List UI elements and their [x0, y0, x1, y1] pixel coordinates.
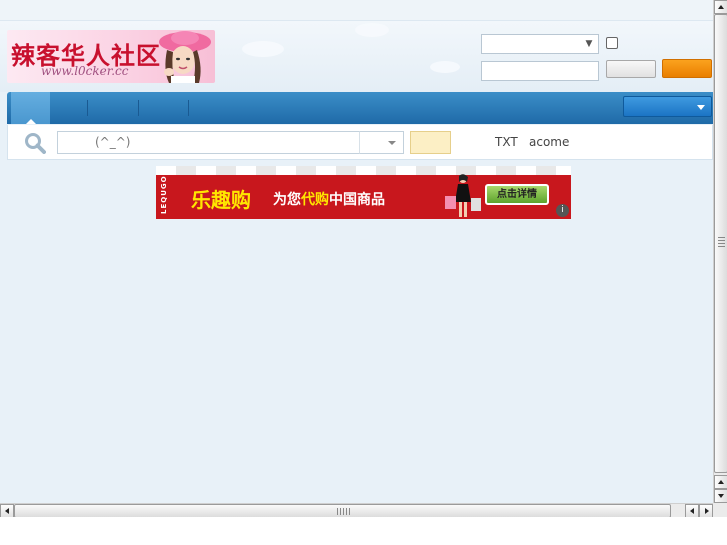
page-bottom: [0, 517, 727, 545]
caret-down-icon: [388, 141, 396, 145]
login-button[interactable]: [662, 59, 712, 78]
cloud-decoration: [242, 41, 284, 57]
arrow-up-icon[interactable]: [714, 475, 727, 489]
banner-brand: LEQUGO: [160, 175, 168, 214]
nav-dropdown[interactable]: [623, 96, 712, 117]
vertical-scrollbar[interactable]: [713, 0, 727, 503]
banner-subtitle-highlight: 代购: [301, 192, 329, 208]
arrow-left-icon[interactable]: [685, 504, 699, 518]
vertical-scroll-thumb[interactable]: [714, 14, 727, 473]
arrow-right-icon[interactable]: [699, 504, 713, 518]
top-strip: [0, 0, 713, 21]
register-button[interactable]: [606, 60, 656, 78]
arrow-down-icon[interactable]: [714, 489, 727, 503]
horizontal-scroll-thumb[interactable]: [14, 504, 671, 518]
nav-divider: [188, 100, 189, 116]
username-select[interactable]: ▼: [481, 34, 599, 54]
hot-word-link[interactable]: TXT: [495, 135, 518, 149]
banner-subtitle-suffix: 中国商品: [329, 192, 385, 208]
nav-item[interactable]: [89, 92, 137, 124]
password-input[interactable]: [481, 61, 599, 81]
banner-subtitle: 为您代购中国商品: [273, 189, 385, 209]
cloud-decoration: [430, 61, 460, 73]
search-button[interactable]: [410, 131, 451, 154]
banner-headline: 乐趣购: [191, 188, 251, 212]
main-nav: [7, 92, 713, 124]
hot-word-link[interactable]: acome: [529, 135, 569, 149]
scrollbar-corner: [713, 503, 727, 517]
logo-portrait-image: [159, 31, 211, 83]
cloud-decoration: [355, 23, 389, 37]
banner-details-button[interactable]: 点击详情: [485, 184, 549, 205]
banner-subtitle-prefix: 为您: [273, 192, 301, 208]
horizontal-scrollbar[interactable]: [0, 503, 713, 518]
logo-url: www.l0cker.cc: [41, 64, 129, 78]
info-icon[interactable]: i: [556, 204, 569, 217]
search-icon: [25, 133, 46, 154]
search-input-text: (^_^): [95, 135, 131, 149]
banner-awning: [156, 166, 571, 175]
arrow-up-icon[interactable]: [714, 0, 727, 14]
nav-item[interactable]: [140, 92, 188, 124]
nav-divider: [138, 100, 139, 116]
caret-down-icon: [697, 105, 705, 110]
arrow-left-icon[interactable]: [0, 504, 14, 518]
chevron-down-icon: ▼: [585, 39, 593, 49]
search-input[interactable]: (^_^): [57, 131, 360, 154]
search-type-select[interactable]: [359, 131, 404, 154]
banner-shopper-image: [445, 174, 481, 217]
nav-divider: [87, 100, 88, 116]
site-logo[interactable]: 辣客华人社区 www.l0cker.cc: [7, 30, 215, 83]
page-viewport: 辣客华人社区 www.l0cker.cc ▼ (^_^) TXT acome L…: [0, 0, 713, 503]
lequgo-banner-ad[interactable]: LEQUGO 乐趣购 为您代购中国商品 点击详情 i: [156, 166, 571, 219]
remember-me-checkbox[interactable]: [606, 37, 618, 49]
search-bar: (^_^) TXT acome: [7, 125, 713, 160]
nav-item-home[interactable]: [11, 92, 50, 124]
